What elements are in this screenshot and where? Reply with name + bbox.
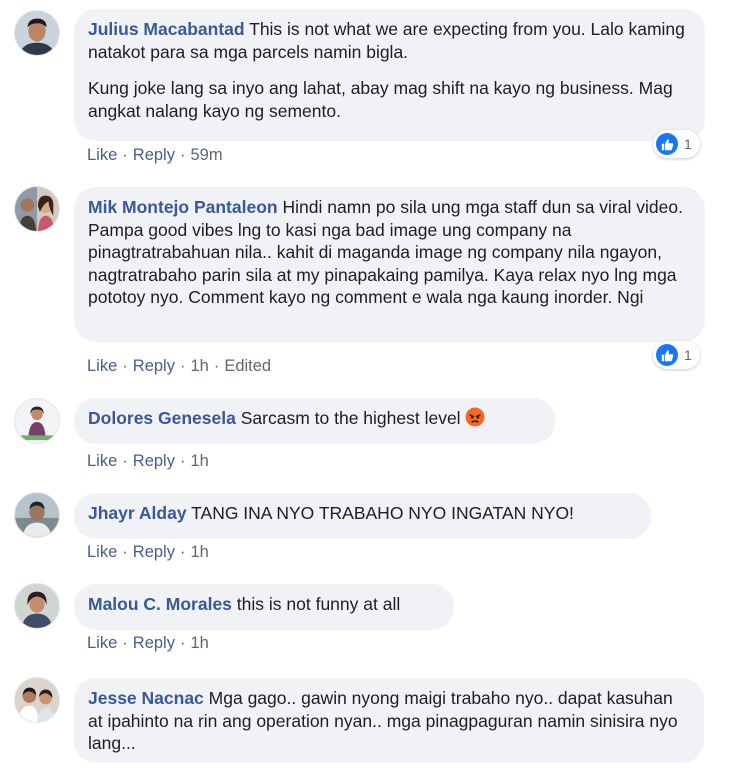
comment-text: Dolores Genesela Sarcasm to the highest …	[88, 407, 541, 433]
reply-link[interactable]: Reply	[133, 543, 175, 561]
comment-text: Jesse Nacnac Mga gago.. gawin nyong maig…	[88, 688, 678, 753]
like-link[interactable]: Like	[87, 452, 117, 470]
like-link[interactable]: Like	[87, 146, 117, 164]
avatar-mik[interactable]	[14, 186, 60, 232]
comment-author[interactable]: Jesse Nacnac	[88, 688, 204, 708]
separator-dot: ·	[179, 146, 186, 164]
reply-link[interactable]: Reply	[133, 146, 175, 164]
comment-text-paragraph: Kung joke lang sa inyo ang lahat, abay m…	[88, 78, 673, 121]
avatar-dolores[interactable]	[14, 398, 60, 444]
reply-link[interactable]: Reply	[133, 634, 175, 652]
avatar-dolores-photo	[15, 399, 59, 443]
edited-label[interactable]: Edited	[224, 357, 271, 375]
comment-bubble: Jhayr Alday TANG INA NYO TRABAHO NYO ING…	[74, 493, 651, 539]
timestamp[interactable]: 1h	[190, 452, 208, 470]
comment-author[interactable]: Malou C. Morales	[88, 594, 232, 614]
comment-bubble: Dolores Genesela Sarcasm to the highest …	[74, 398, 555, 444]
avatar-jesse[interactable]	[14, 677, 60, 723]
avatar-malou-photo	[15, 584, 59, 628]
reaction-badge[interactable]: 1	[653, 341, 700, 369]
angry-emoji-icon	[465, 407, 485, 433]
timestamp[interactable]: 1h	[190, 634, 208, 652]
comment-author[interactable]: Jhayr Alday	[88, 503, 187, 523]
comment-text: Julius Macabantad This is not what we ar…	[88, 19, 685, 62]
separator-dot: ·	[179, 357, 186, 375]
comment-actions: Like · Reply · 59m	[87, 146, 223, 165]
separator-dot: ·	[122, 452, 128, 470]
like-link[interactable]: Like	[87, 357, 117, 375]
comment-bubble: Mik Montejo Pantaleon Hindi namn po sila…	[74, 187, 705, 342]
avatar-julius-photo	[15, 11, 59, 55]
like-link[interactable]: Like	[87, 634, 117, 652]
like-link[interactable]: Like	[87, 543, 117, 561]
separator-dot: ·	[122, 357, 128, 375]
separator-dot: ·	[122, 146, 128, 164]
timestamp[interactable]: 59m	[190, 146, 222, 164]
separator-dot: ·	[122, 634, 128, 652]
separator-dot: ·	[213, 357, 220, 375]
reply-link[interactable]: Reply	[133, 357, 175, 375]
avatar-jhayr-photo	[15, 493, 59, 537]
reaction-count: 1	[684, 347, 692, 363]
comment-bubble: Jesse Nacnac Mga gago.. gawin nyong maig…	[74, 678, 704, 763]
avatar-julius[interactable]	[14, 10, 60, 56]
separator-dot: ·	[179, 634, 186, 652]
comment-text: Jhayr Alday TANG INA NYO TRABAHO NYO ING…	[88, 503, 574, 523]
comment-bubble: Julius Macabantad This is not what we ar…	[74, 9, 705, 141]
comment-text: Mik Montejo Pantaleon Hindi namn po sila…	[88, 197, 683, 307]
comment-bubble: Malou C. Morales this is not funny at al…	[74, 584, 454, 630]
avatar-mik-photo	[15, 187, 59, 231]
comment-actions: Like · Reply · 1h	[87, 634, 209, 653]
timestamp[interactable]: 1h	[190, 357, 208, 375]
comment-text: Malou C. Morales this is not funny at al…	[88, 594, 401, 614]
comment-author[interactable]: Mik Montejo Pantaleon	[88, 197, 278, 217]
comment-actions: Like · Reply · 1h	[87, 452, 209, 471]
like-icon	[656, 133, 678, 155]
reaction-badge[interactable]: 1	[653, 130, 700, 158]
reply-link[interactable]: Reply	[133, 452, 175, 470]
reaction-count: 1	[684, 136, 692, 152]
separator-dot: ·	[122, 543, 128, 561]
timestamp[interactable]: 1h	[190, 543, 208, 561]
comment-actions: Like · Reply · 1h · Edited	[87, 357, 271, 376]
separator-dot: ·	[179, 543, 186, 561]
separator-dot: ·	[179, 452, 186, 470]
avatar-jhayr[interactable]	[14, 492, 60, 538]
comment-author[interactable]: Dolores Genesela	[88, 408, 236, 428]
avatar-malou[interactable]	[14, 583, 60, 629]
avatar-jesse-photo	[15, 678, 59, 722]
comment-author[interactable]: Julius Macabantad	[88, 19, 245, 39]
like-icon	[656, 344, 678, 366]
comment-actions: Like · Reply · 1h	[87, 543, 209, 562]
